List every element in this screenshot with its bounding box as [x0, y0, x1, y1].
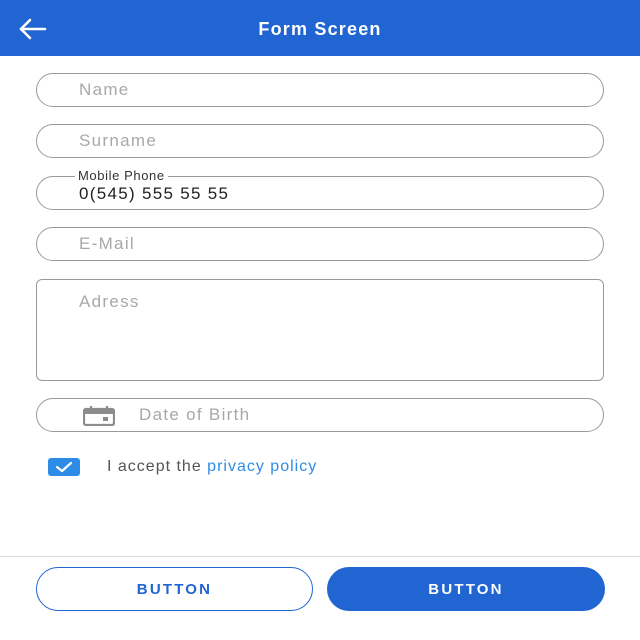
- page-title: Form Screen: [258, 19, 382, 39]
- surname-field[interactable]: [36, 124, 604, 158]
- privacy-policy-link[interactable]: privacy policy: [207, 458, 317, 475]
- mobile-phone-input[interactable]: [79, 178, 579, 210]
- calendar-icon: [83, 406, 115, 426]
- name-input[interactable]: [79, 74, 579, 106]
- address-field[interactable]: [36, 279, 604, 381]
- email-field[interactable]: [36, 227, 604, 261]
- mobile-phone-field[interactable]: Mobile Phone: [36, 168, 604, 210]
- date-of-birth-input[interactable]: [139, 399, 589, 431]
- secondary-button[interactable]: BUTTON: [36, 567, 313, 611]
- checkmark-icon: [55, 461, 73, 473]
- app-bar: Form Screen: [0, 0, 640, 56]
- privacy-checkbox[interactable]: [48, 458, 80, 476]
- privacy-consent-row: I accept the privacy policy: [48, 457, 317, 477]
- name-field[interactable]: [36, 73, 604, 107]
- accept-text: I accept the privacy policy: [107, 458, 317, 476]
- date-of-birth-field[interactable]: [36, 398, 604, 432]
- address-input[interactable]: [79, 292, 579, 372]
- accept-label: I accept the: [107, 458, 208, 475]
- email-input[interactable]: [79, 228, 579, 260]
- primary-button[interactable]: BUTTON: [327, 567, 605, 611]
- bottom-divider: [0, 556, 640, 557]
- surname-input[interactable]: [79, 125, 579, 157]
